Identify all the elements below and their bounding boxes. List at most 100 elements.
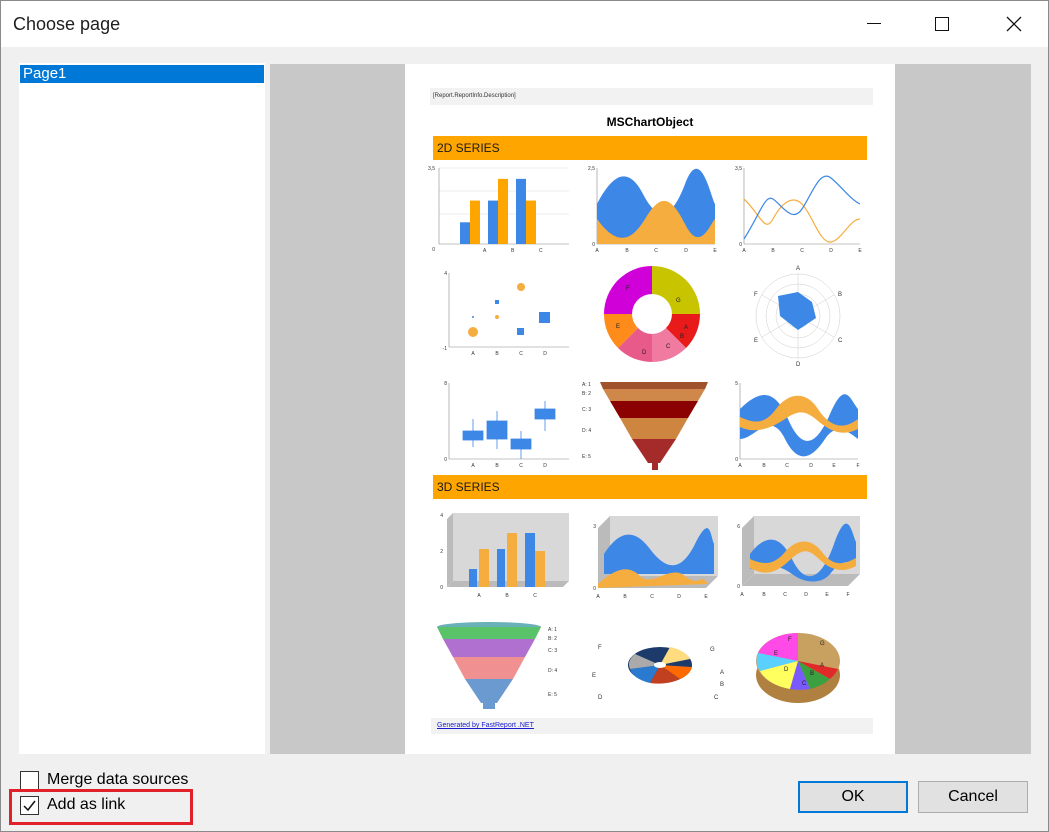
pie-label: D (784, 667, 789, 673)
chart-2d-range: 5 0 A B C D E F (735, 381, 859, 469)
chart-2d-radar: A B C D E F (754, 266, 843, 368)
pie-label: E (774, 651, 778, 657)
radar-label: E (754, 338, 758, 344)
xtick: B (505, 593, 509, 599)
pie-label: F (788, 637, 792, 643)
radar-label: D (796, 362, 801, 368)
xtick: A (471, 463, 475, 469)
pie-label: C (802, 681, 807, 687)
cancel-button[interactable]: Cancel (918, 781, 1028, 813)
chart-2d-column: 3,5 0 A B C (428, 166, 569, 254)
pie-label: F (598, 645, 602, 651)
funnel-label: C: 3 (582, 407, 591, 413)
merge-data-sources-option[interactable]: Merge data sources (20, 769, 188, 791)
bar (488, 200, 498, 244)
chart-2d-stock: 8 0 A B C D (444, 381, 569, 469)
ytick: 8 (444, 381, 447, 387)
choose-page-dialog: Choose page Page1 [Report.ReportInfo.Des… (0, 0, 1049, 832)
ok-button[interactable]: OK (798, 781, 908, 813)
pie-label: D (598, 695, 603, 699)
pie-label: G (820, 641, 825, 647)
ytick: 2,5 (588, 166, 595, 172)
xtick: B (625, 248, 629, 254)
report-footer-link[interactable]: Generated by FastReport .NET (431, 718, 873, 734)
xtick: C (783, 592, 787, 598)
pie-label: A (820, 663, 824, 669)
pie-label: C (714, 695, 719, 699)
xtick: E (713, 248, 717, 254)
xtick: D (684, 248, 688, 254)
xtick: A (740, 592, 744, 598)
pie-label: E (592, 673, 596, 679)
xtick: F (846, 592, 849, 598)
xtick: E (825, 592, 829, 598)
pie-label: C (666, 344, 671, 350)
xtick: D (543, 463, 547, 469)
pie-label: A (684, 325, 688, 331)
xtick: A (483, 248, 487, 254)
xtick: B (495, 351, 499, 357)
chart-2d-funnel: A: 1 B: 2 C: 3 D: 4 E: 5 (582, 382, 708, 470)
funnel-label: E: 5 (582, 454, 591, 460)
maximize-button[interactable] (919, 1, 965, 47)
xtick: C (800, 248, 804, 254)
xtick: D (677, 594, 681, 600)
xtick: B (623, 594, 627, 600)
bar (516, 178, 526, 244)
minimize-button[interactable] (851, 1, 897, 47)
xtick: D (809, 463, 813, 469)
pie-label: G (676, 298, 681, 304)
ytick: 4 (440, 513, 443, 519)
band-2d-series: 2D SERIES (433, 136, 867, 160)
radar-label: A (796, 266, 800, 272)
funnel-label: C: 3 (548, 648, 557, 654)
xtick: A (477, 593, 481, 599)
pie-label: G (710, 647, 715, 653)
chart-3d-pie: A B C D E F G (756, 633, 840, 703)
radar-label: B (838, 292, 842, 298)
minimize-icon (867, 23, 881, 24)
chart-3d-range: 6 0 A B C D E F (737, 516, 860, 598)
funnel-label: A: 1 (548, 627, 557, 633)
pie-label: B (810, 671, 814, 677)
xtick: B (495, 463, 499, 469)
pie-label: B (680, 334, 684, 340)
report-page: [Report.ReportInfo.Description] MSChartO… (405, 64, 895, 754)
page-list-item[interactable]: Page1 (20, 65, 264, 83)
xtick: D (829, 248, 833, 254)
page-list[interactable]: Page1 (19, 63, 265, 754)
ytick: -1 (443, 346, 448, 352)
ytick: 0 (440, 585, 443, 591)
page-preview: [Report.ReportInfo.Description] MSChartO… (270, 64, 1031, 754)
xtick: C (533, 593, 537, 599)
funnel-label: A: 1 (582, 382, 591, 388)
chart-3d-column: 4 2 0 A B C (440, 513, 569, 599)
bar (470, 200, 480, 244)
ytick: 6 (737, 524, 740, 530)
band-3d-series: 3D SERIES (433, 475, 867, 499)
pie-label: F (626, 286, 630, 292)
dialog-title: Choose page (13, 14, 121, 34)
chart-2d-doughnut: G A B C D E F (603, 266, 701, 363)
xtick: C (519, 463, 523, 469)
maximize-icon (935, 17, 949, 31)
chart-3d-area: 3 0 A B C D E (593, 516, 718, 600)
xtick: B (762, 463, 766, 469)
xtick: D (543, 351, 547, 357)
funnel-label: D: 4 (582, 428, 591, 434)
xtick: C (519, 351, 523, 357)
funnel-label: E: 5 (548, 692, 557, 698)
ytick: 5 (735, 381, 738, 387)
xtick: E (704, 594, 708, 600)
close-button[interactable] (991, 1, 1037, 47)
merge-data-sources-checkbox[interactable] (20, 770, 39, 790)
chart-3d-funnel: A: 1 B: 2 C: 3 D: 4 E: 5 (437, 622, 557, 709)
ytick: 3,5 (428, 166, 435, 172)
close-icon (1006, 16, 1022, 32)
xtick: C (654, 248, 658, 254)
chart-2d-area: 2,5 0 A B C D E (588, 166, 717, 254)
pie-label: D (642, 350, 647, 356)
radar-label: C (838, 338, 843, 344)
bar (498, 178, 508, 244)
xtick: A (595, 248, 599, 254)
